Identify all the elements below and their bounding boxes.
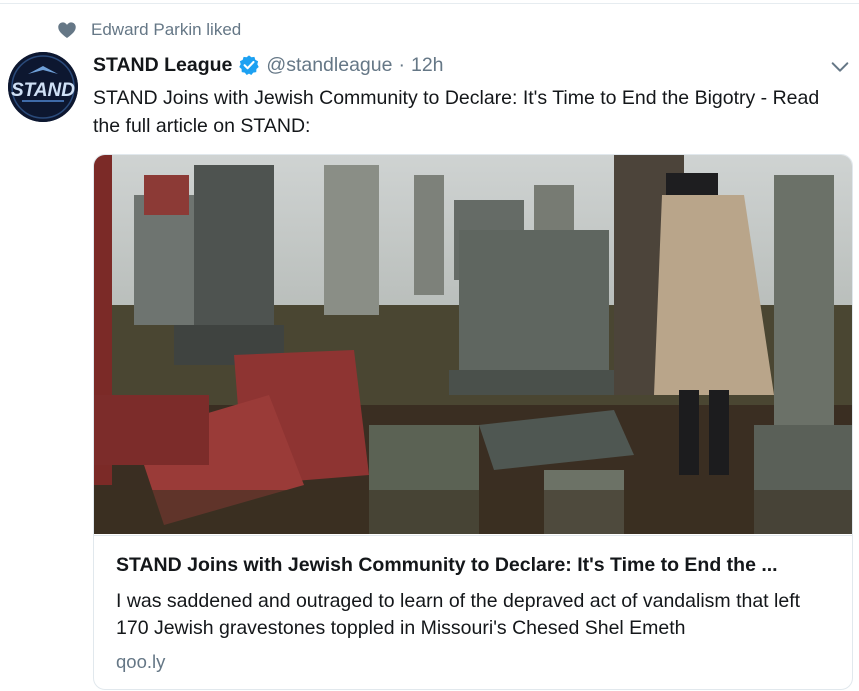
card-description: I was saddened and outraged to learn of … — [116, 590, 801, 639]
avatar[interactable]: STAND — [8, 52, 78, 122]
link-card[interactable]: STAND Joins with Jewish Community to Dec… — [93, 154, 853, 690]
social-context: Edward Parkin liked — [57, 19, 241, 41]
handle[interactable]: @standleague — [266, 54, 392, 77]
display-name[interactable]: STAND League — [93, 54, 232, 77]
divider — [0, 3, 859, 4]
card-domain[interactable]: qoo.ly — [116, 651, 165, 673]
chevron-down-icon[interactable] — [829, 56, 851, 78]
card-body[interactable]: STAND Joins with Jewish Community to Dec… — [94, 535, 852, 689]
card-title[interactable]: STAND Joins with Jewish Community to Dec… — [116, 552, 836, 578]
separator: · — [398, 53, 405, 76]
svg-text:STAND: STAND — [11, 80, 75, 101]
stand-logo: STAND — [8, 52, 78, 122]
timestamp[interactable]: 12h — [411, 54, 444, 77]
verified-badge-icon — [239, 55, 260, 75]
liked-by-text: Edward Parkin liked — [91, 20, 242, 39]
heart-icon — [58, 22, 76, 38]
card-image[interactable] — [94, 155, 852, 534]
tweet-header: STAND League @standleague · 12h — [93, 52, 444, 78]
tweet-text: STAND Joins with Jewish Community to Dec… — [93, 87, 820, 137]
